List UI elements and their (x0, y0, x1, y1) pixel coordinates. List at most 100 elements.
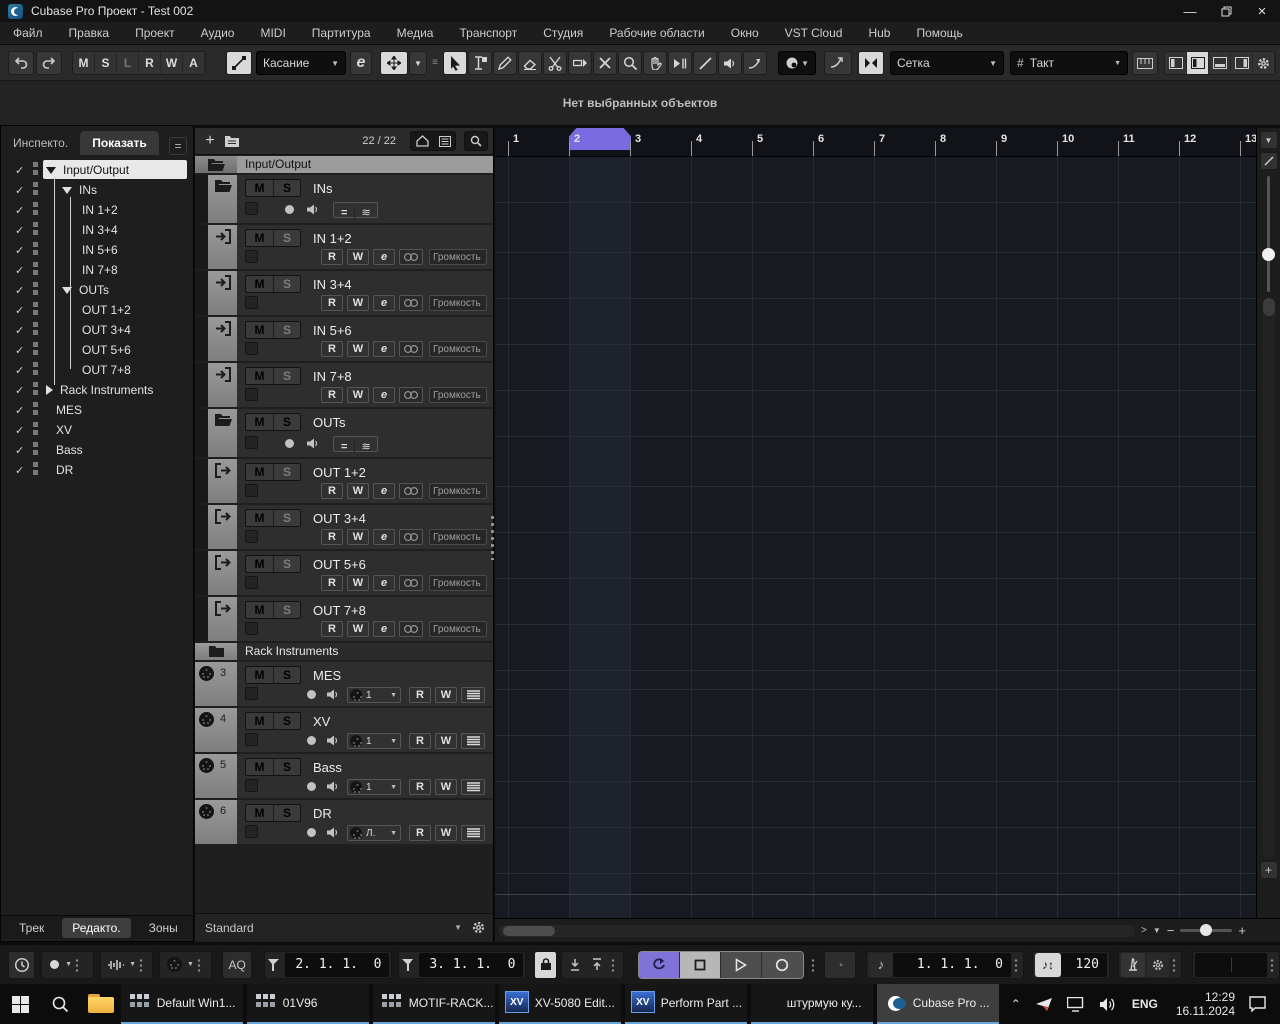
tray-chevron-icon[interactable]: ⌃ (1011, 997, 1021, 1011)
audio-track-in-5-6[interactable]: M S IN 5+6 R We Громкость (195, 317, 493, 361)
menu-item-11[interactable]: VST Cloud (772, 22, 856, 45)
read-automation-button[interactable]: R (321, 295, 343, 311)
folder-track-outs[interactable]: M S OUTs = ≋ (195, 409, 493, 457)
expander-open-icon[interactable] (62, 286, 72, 294)
solo-button[interactable]: S (273, 368, 300, 384)
read-automation-button[interactable]: R (409, 733, 431, 749)
object-selection-tool-icon[interactable] (443, 51, 467, 75)
zoom-out-icon[interactable]: − (1167, 923, 1175, 938)
vertical-scroll-thumb[interactable] (1262, 298, 1275, 316)
right-locator[interactable]: 3. 1. 1. 0 (398, 950, 527, 979)
start-button[interactable] (0, 984, 40, 1024)
volume-parameter[interactable]: Громкость (429, 575, 487, 591)
write-automation-button[interactable]: W (347, 483, 369, 499)
stereo-icon[interactable] (399, 341, 423, 357)
stereo-icon[interactable] (399, 483, 423, 499)
read-automation-button[interactable]: R (321, 387, 343, 403)
record-mode-selector[interactable]: ▼ (41, 950, 95, 979)
edit-channel-button[interactable]: e (373, 575, 395, 591)
vertical-zoom-in-icon[interactable]: + (1259, 861, 1278, 879)
visibility-item-rack-instruments[interactable]: ✓ Rack Instruments (3, 380, 191, 400)
jog-shuttle-icon[interactable]: ◔ (823, 950, 856, 979)
edit-channel-button[interactable]: e (373, 621, 395, 637)
read-automation-button[interactable]: R (409, 779, 431, 795)
taskbar-app-2[interactable]: MOTIF-RACK... (372, 984, 495, 1024)
stereo-icon[interactable] (399, 529, 423, 545)
midi-icon[interactable]: 5 (195, 754, 237, 798)
drag-dots[interactable] (196, 957, 201, 972)
range-selection-tool-icon[interactable] (468, 51, 492, 75)
hand-tool-icon[interactable] (643, 51, 667, 75)
right-zone-icon[interactable] (1231, 52, 1253, 74)
position-display[interactable]: 1. 1. 1. 0 (893, 952, 1011, 977)
visibility-checkmark[interactable]: ✓ (15, 224, 29, 237)
drag-dots[interactable] (610, 957, 615, 972)
autoscroll-icon[interactable] (824, 51, 852, 75)
read-automation-button[interactable]: R (321, 249, 343, 265)
visibility-checkmark[interactable]: ✓ (15, 444, 29, 457)
visibility-item-xv[interactable]: ✓ XV (3, 420, 191, 440)
ruler-options-icon[interactable]: ▼ (1259, 131, 1278, 149)
edit-channel-button[interactable]: e (373, 341, 395, 357)
folder-band-input-output[interactable]: Input/Output (195, 156, 493, 173)
split-tool-icon[interactable] (543, 51, 567, 75)
mute-button[interactable]: M (246, 510, 273, 526)
metronome-group[interactable] (1118, 950, 1182, 979)
snap-on-off-icon[interactable] (858, 51, 884, 75)
close-button[interactable]: × (1244, 0, 1280, 22)
audio-input-icon[interactable] (208, 363, 237, 407)
drag-dots[interactable] (75, 957, 80, 972)
drag-dots[interactable] (139, 957, 144, 972)
track-preset-icon[interactable] (221, 131, 243, 151)
drum-map-icon[interactable] (461, 825, 485, 841)
read-automation-button[interactable]: R (321, 483, 343, 499)
monitor-icon[interactable] (327, 827, 339, 838)
mute-button[interactable]: M (246, 556, 273, 572)
mute-button[interactable]: M (246, 414, 273, 430)
vertical-zoom-knob[interactable] (1262, 248, 1275, 261)
left-locator-display[interactable]: 2. 1. 1. 0 (285, 952, 390, 977)
solo-button[interactable]: S (273, 713, 300, 729)
automation-follow-icon[interactable] (226, 51, 252, 75)
event-display[interactable]: 12345678910111213 ▼ + > ▼ − + (495, 128, 1280, 942)
expander-open-icon[interactable] (62, 186, 72, 194)
midi-channel-selector[interactable]: 1 ▼ (347, 687, 401, 703)
visibility-checkmark[interactable]: ✓ (15, 264, 29, 277)
midi-track-xv[interactable]: 4 M S XV 1 ▼ R W (195, 708, 493, 752)
sidebar-menu-icon[interactable]: = (169, 137, 187, 155)
record-enable-icon[interactable] (307, 690, 316, 699)
menu-item-9[interactable]: Рабочие области (596, 22, 717, 45)
audio-output-icon[interactable] (208, 597, 237, 641)
audio-output-icon[interactable] (208, 459, 237, 503)
audio-input-icon[interactable] (208, 225, 237, 269)
write-automation-button[interactable]: W (347, 621, 369, 637)
read-automation-button[interactable]: R (321, 341, 343, 357)
solo-button[interactable]: S (273, 805, 300, 821)
menu-item-8[interactable]: Студия (530, 22, 596, 45)
menu-item-1[interactable]: Правка (56, 22, 123, 45)
position-note-icon[interactable]: ♪ (869, 952, 893, 977)
selected-tool-icon[interactable] (380, 51, 408, 75)
audio-record-mode-selector[interactable]: ▼ (100, 950, 154, 979)
record-enable-icon[interactable] (285, 205, 294, 214)
marker-display[interactable] (1195, 952, 1267, 977)
monitor-icon[interactable] (327, 735, 339, 746)
taskbar-app-4[interactable]: XV Perform Part ... (624, 984, 747, 1024)
metronome-icon[interactable] (1121, 952, 1145, 977)
visibility-checkmark[interactable]: ✓ (15, 464, 29, 477)
volume-parameter[interactable]: Громкость (429, 341, 487, 357)
left-zone-icon[interactable] (1165, 52, 1187, 74)
tab-editor[interactable]: Редакто. (62, 917, 131, 938)
bend-tool-icon[interactable] (743, 51, 767, 75)
volume-parameter[interactable]: Громкость (429, 387, 487, 403)
global-r-button[interactable]: R (139, 52, 161, 74)
tab-visibility[interactable]: Показать (80, 131, 159, 155)
midi-channel-selector[interactable]: 1 ▼ (347, 779, 401, 795)
audio-output-icon[interactable] (208, 505, 237, 549)
taskbar-search-icon[interactable] (40, 984, 80, 1024)
left-zone-active-icon[interactable] (1187, 52, 1209, 74)
zoom-tool-icon[interactable] (618, 51, 642, 75)
draw-tool-icon[interactable] (493, 51, 517, 75)
mute-button[interactable]: M (246, 805, 273, 821)
constrain-delay-icon[interactable] (8, 950, 36, 979)
